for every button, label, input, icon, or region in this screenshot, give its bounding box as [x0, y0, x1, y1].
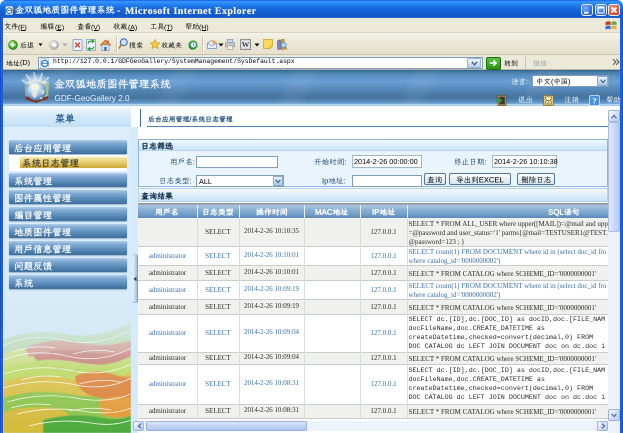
svg-text:?: ?	[592, 95, 596, 105]
svg-text:W: W	[242, 40, 250, 49]
